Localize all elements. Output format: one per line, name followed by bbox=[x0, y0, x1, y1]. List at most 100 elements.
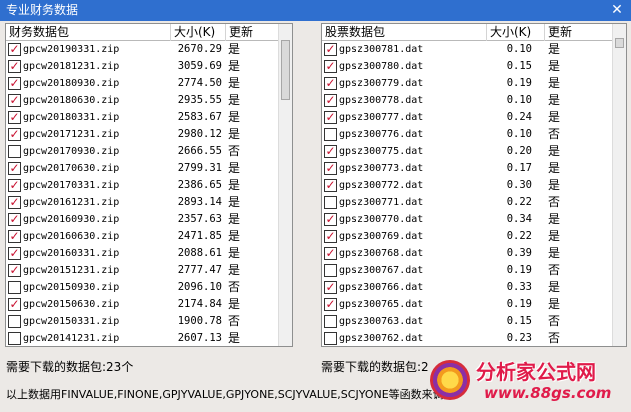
row-checkbox[interactable]: ✓ bbox=[324, 94, 337, 107]
row-checkbox[interactable]: ✓ bbox=[8, 111, 21, 124]
scrollbar-thumb[interactable] bbox=[615, 38, 624, 48]
checkmark-icon: ✓ bbox=[325, 161, 336, 175]
row-checkbox[interactable] bbox=[324, 332, 337, 345]
column-header-updated[interactable]: 更新 bbox=[226, 24, 280, 41]
column-header-size[interactable]: 大小(K) bbox=[487, 24, 545, 41]
vertical-scrollbar[interactable] bbox=[278, 24, 292, 346]
row-checkbox[interactable]: ✓ bbox=[324, 281, 337, 294]
list-item[interactable]: gpsz300762.dat 0.23 否 bbox=[322, 330, 612, 346]
list-item[interactable]: ✓ gpcw20151231.zip 2777.47 是 bbox=[6, 262, 278, 279]
list-item[interactable]: ✓ gpsz300780.dat 0.15 是 bbox=[322, 58, 612, 75]
list-item[interactable]: gpsz300776.dat 0.10 否 bbox=[322, 126, 612, 143]
list-item[interactable]: ✓ gpcw20180630.zip 2935.55 是 bbox=[6, 92, 278, 109]
list-item[interactable]: ✓ gpcw20170331.zip 2386.65 是 bbox=[6, 177, 278, 194]
row-checkbox[interactable]: ✓ bbox=[324, 162, 337, 175]
checkmark-icon: ✓ bbox=[9, 246, 20, 260]
checkmark-icon: ✓ bbox=[325, 144, 336, 158]
update-flag: 是 bbox=[548, 297, 561, 311]
row-checkbox[interactable]: ✓ bbox=[8, 230, 21, 243]
checkmark-icon: ✓ bbox=[325, 212, 336, 226]
list-item[interactable]: ✓ gpcw20180930.zip 2774.50 是 bbox=[6, 75, 278, 92]
list-item[interactable]: ✓ gpcw20171231.zip 2980.12 是 bbox=[6, 126, 278, 143]
list-item[interactable]: ✓ gpcw20150630.zip 2174.84 是 bbox=[6, 296, 278, 313]
list-item[interactable]: ✓ gpsz300779.dat 0.19 是 bbox=[322, 75, 612, 92]
list-item[interactable]: ✓ gpcw20180331.zip 2583.67 是 bbox=[6, 109, 278, 126]
row-checkbox[interactable]: ✓ bbox=[8, 60, 21, 73]
row-checkbox[interactable]: ✓ bbox=[324, 179, 337, 192]
file-name: gpcw20170630.zip bbox=[23, 163, 120, 174]
row-checkbox[interactable]: ✓ bbox=[324, 213, 337, 226]
list-item[interactable]: ✓ gpcw20170630.zip 2799.31 是 bbox=[6, 160, 278, 177]
file-name: gpcw20181231.zip bbox=[23, 61, 120, 72]
list-item[interactable]: ✓ gpsz300773.dat 0.17 是 bbox=[322, 160, 612, 177]
list-item[interactable]: ✓ gpcw20181231.zip 3059.69 是 bbox=[6, 58, 278, 75]
list-item[interactable]: ✓ gpsz300766.dat 0.33 是 bbox=[322, 279, 612, 296]
row-checkbox[interactable]: ✓ bbox=[8, 179, 21, 192]
list-item[interactable]: ✓ gpsz300770.dat 0.34 是 bbox=[322, 211, 612, 228]
list-rows: ✓ gpsz300781.dat 0.10 是 ✓ gpsz300780.dat 0.15 是… bbox=[322, 41, 612, 346]
row-checkbox[interactable]: ✓ bbox=[324, 43, 337, 56]
file-size: 0.15 bbox=[506, 60, 532, 72]
list-item[interactable]: ✓ gpcw20160630.zip 2471.85 是 bbox=[6, 228, 278, 245]
close-button[interactable]: ✕ bbox=[609, 0, 625, 21]
list-item[interactable]: gpcw20170930.zip 2666.55 否 bbox=[6, 143, 278, 160]
file-name: gpcw20171231.zip bbox=[23, 129, 120, 140]
row-checkbox[interactable] bbox=[324, 196, 337, 209]
list-item[interactable]: gpcw20150930.zip 2096.10 否 bbox=[6, 279, 278, 296]
file-size: 0.24 bbox=[506, 111, 532, 123]
column-header-updated[interactable]: 更新 bbox=[545, 24, 614, 41]
list-item[interactable]: gpcw20150331.zip 1900.78 否 bbox=[6, 313, 278, 330]
watermark-url: www.88gs.com bbox=[484, 384, 612, 402]
row-checkbox[interactable]: ✓ bbox=[324, 111, 337, 124]
list-item[interactable]: ✓ gpsz300772.dat 0.30 是 bbox=[322, 177, 612, 194]
list-item[interactable]: ✓ gpcw20161231.zip 2893.14 是 bbox=[6, 194, 278, 211]
file-size: 2357.63 bbox=[177, 213, 222, 225]
list-item[interactable]: gpsz300763.dat 0.15 否 bbox=[322, 313, 612, 330]
column-header-name[interactable]: 财务数据包 bbox=[6, 24, 171, 41]
row-checkbox[interactable]: ✓ bbox=[324, 60, 337, 73]
row-checkbox[interactable]: ✓ bbox=[8, 213, 21, 226]
list-item[interactable]: ✓ gpsz300775.dat 0.20 是 bbox=[322, 143, 612, 160]
list-item[interactable]: gpcw20141231.zip 2607.13 是 bbox=[6, 330, 278, 346]
list-item[interactable]: ✓ gpsz300765.dat 0.19 是 bbox=[322, 296, 612, 313]
vertical-scrollbar[interactable] bbox=[612, 24, 626, 346]
list-item[interactable]: ✓ gpsz300781.dat 0.10 是 bbox=[322, 41, 612, 58]
row-checkbox[interactable] bbox=[324, 128, 337, 141]
row-checkbox[interactable] bbox=[8, 281, 21, 294]
file-name: gpsz300781.dat bbox=[339, 44, 424, 55]
row-checkbox[interactable]: ✓ bbox=[8, 43, 21, 56]
row-checkbox[interactable]: ✓ bbox=[8, 264, 21, 277]
file-name: gpcw20150930.zip bbox=[23, 282, 120, 293]
row-checkbox[interactable]: ✓ bbox=[8, 196, 21, 209]
row-checkbox[interactable]: ✓ bbox=[324, 77, 337, 90]
row-checkbox[interactable] bbox=[8, 332, 21, 345]
row-checkbox[interactable]: ✓ bbox=[8, 128, 21, 141]
row-checkbox[interactable]: ✓ bbox=[8, 298, 21, 311]
row-checkbox[interactable]: ✓ bbox=[8, 247, 21, 260]
row-checkbox[interactable]: ✓ bbox=[324, 230, 337, 243]
row-checkbox[interactable]: ✓ bbox=[324, 247, 337, 260]
row-checkbox[interactable] bbox=[8, 315, 21, 328]
row-checkbox[interactable] bbox=[8, 145, 21, 158]
column-header-name[interactable]: 股票数据包 bbox=[322, 24, 487, 41]
list-item[interactable]: gpsz300771.dat 0.22 否 bbox=[322, 194, 612, 211]
row-checkbox[interactable]: ✓ bbox=[8, 162, 21, 175]
update-flag: 是 bbox=[228, 331, 241, 345]
file-size: 0.23 bbox=[506, 332, 532, 344]
row-checkbox[interactable]: ✓ bbox=[8, 77, 21, 90]
column-header-size[interactable]: 大小(K) bbox=[171, 24, 226, 41]
row-checkbox[interactable]: ✓ bbox=[324, 145, 337, 158]
row-checkbox[interactable] bbox=[324, 264, 337, 277]
list-item[interactable]: ✓ gpsz300778.dat 0.10 是 bbox=[322, 92, 612, 109]
list-item[interactable]: ✓ gpcw20160930.zip 2357.63 是 bbox=[6, 211, 278, 228]
scrollbar-thumb[interactable] bbox=[281, 40, 290, 100]
row-checkbox[interactable]: ✓ bbox=[324, 298, 337, 311]
list-item[interactable]: gpsz300767.dat 0.19 否 bbox=[322, 262, 612, 279]
list-item[interactable]: ✓ gpcw20190331.zip 2670.29 是 bbox=[6, 41, 278, 58]
row-checkbox[interactable]: ✓ bbox=[8, 94, 21, 107]
list-item[interactable]: ✓ gpsz300769.dat 0.22 是 bbox=[322, 228, 612, 245]
list-item[interactable]: ✓ gpsz300777.dat 0.24 是 bbox=[322, 109, 612, 126]
list-item[interactable]: ✓ gpsz300768.dat 0.39 是 bbox=[322, 245, 612, 262]
row-checkbox[interactable] bbox=[324, 315, 337, 328]
list-item[interactable]: ✓ gpcw20160331.zip 2088.61 是 bbox=[6, 245, 278, 262]
